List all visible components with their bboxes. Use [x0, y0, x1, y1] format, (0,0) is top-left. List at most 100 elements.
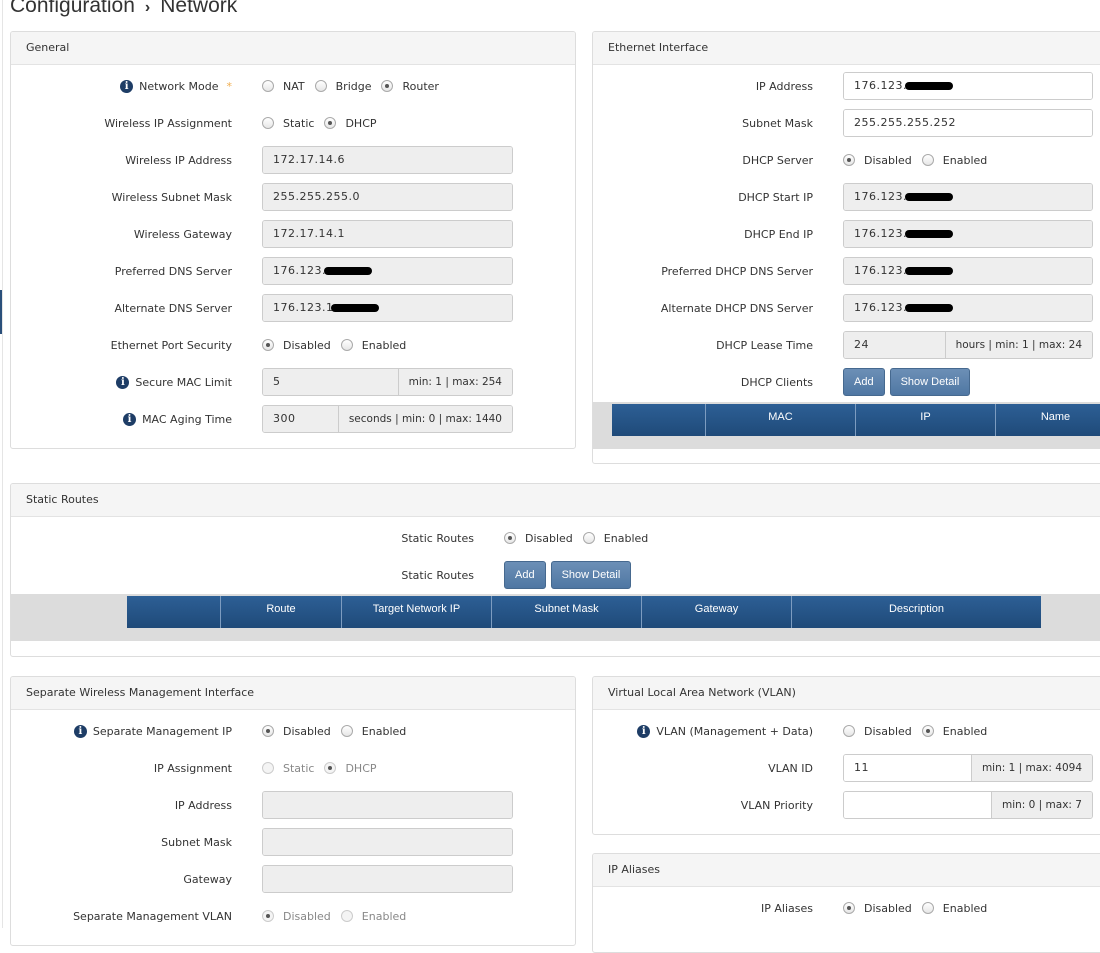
separate-management-vlan-control: Disabled Enabled — [262, 910, 416, 923]
form-row-gateway: Gateway — [11, 865, 575, 893]
redaction-mark — [904, 230, 953, 238]
panel-title: General — [11, 32, 575, 65]
input-addon: min: 0 | max: 7 — [990, 792, 1092, 818]
gateway-control — [262, 865, 513, 893]
preferred-dns-server-input[interactable]: 176.123. — [262, 257, 513, 285]
table-area: Route Target Network IP Subnet Mask Gateway… — [11, 594, 1100, 641]
radio-static: Static — [262, 762, 314, 775]
form-row-vlan-management-data: i VLAN (Management + Data) Disabled Enabled — [593, 717, 1100, 745]
radio-disabled[interactable]: Disabled — [843, 154, 912, 167]
radio-static[interactable]: Static — [262, 117, 314, 130]
table-header: MAC IP Name — [612, 404, 1100, 436]
radio-enabled[interactable]: Enabled — [921, 154, 987, 167]
info-icon[interactable]: i — [637, 724, 651, 738]
add-button[interactable]: Add — [504, 561, 546, 589]
radio-label: DHCP — [345, 116, 377, 130]
wireless-subnet-mask-input[interactable]: 255.255.255.0 — [262, 183, 513, 211]
field-label: VLAN Priority — [593, 799, 813, 812]
input-value: 176.123. — [844, 73, 1092, 99]
value-text: 255.255.255.252 — [854, 116, 956, 129]
field-label: DHCP Lease Time — [593, 339, 813, 352]
radio-circle-icon — [340, 910, 353, 922]
radio-disabled[interactable]: Disabled — [843, 725, 912, 738]
radio-label: Bridge — [335, 79, 372, 93]
column-header-mac[interactable]: MAC — [705, 404, 855, 436]
radio-dhcp[interactable]: DHCP — [324, 116, 377, 130]
secure-mac-limit-input[interactable]: 5 min: 1 | max: 254 — [262, 368, 513, 396]
form-row-secure-mac-limit: i Secure MAC Limit 5 min: 1 | max: 254 — [11, 368, 575, 396]
subnet-mask-input[interactable]: 255.255.255.252 — [843, 109, 1093, 137]
static-routes-panel: Static Routes Static Routes Disabled Enable… — [10, 483, 1100, 657]
radio-label: Disabled — [283, 338, 331, 352]
column-header-target-network-ip[interactable]: Target Network IP — [341, 596, 491, 628]
column-header-ip[interactable]: IP — [855, 404, 995, 436]
show-detail-button[interactable]: Show Detail — [550, 561, 632, 589]
radio-label: NAT — [283, 79, 305, 93]
radio-nat[interactable]: NAT — [262, 80, 305, 93]
ip-address-input[interactable]: 176.123. — [843, 72, 1093, 100]
form-row-ethernet-port-security: Ethernet Port Security Disabled Enabled — [11, 331, 575, 359]
show-detail-button[interactable]: Show Detail — [889, 368, 971, 396]
radio-disabled[interactable]: Disabled — [262, 725, 331, 738]
value-text: 255.255.255.0 — [273, 190, 360, 203]
column-header-gateway[interactable]: Gateway — [641, 596, 791, 628]
radio-disabled[interactable]: Disabled — [843, 902, 912, 915]
radio-disabled[interactable]: Disabled — [262, 339, 331, 352]
input-value: 176.123. — [844, 221, 1092, 247]
radio-enabled[interactable]: Enabled — [582, 532, 648, 545]
column-header-select[interactable] — [612, 404, 705, 436]
column-header-select[interactable] — [127, 596, 220, 628]
input-addon: seconds | min: 0 | max: 1440 — [337, 406, 512, 432]
ip-address-input[interactable] — [262, 791, 513, 819]
radio-bridge[interactable]: Bridge — [314, 79, 372, 93]
vlan-priority-control: min: 0 | max: 7 — [843, 791, 1093, 819]
dhcp-lease-time-input[interactable]: 24 hours | min: 1 | max: 24 — [843, 331, 1093, 359]
redaction-mark — [904, 267, 953, 275]
label-text: DHCP Clients — [740, 375, 813, 389]
radio-enabled[interactable]: Enabled — [921, 725, 987, 738]
radio-enabled[interactable]: Enabled — [340, 724, 407, 738]
field-label: Subnet Mask — [11, 836, 232, 849]
info-icon[interactable]: i — [120, 79, 134, 93]
form-row-separate-management-ip: i Separate Management IP Disabled Enabled — [11, 717, 575, 745]
panel-title: Separate Wireless Management Interface — [11, 677, 575, 710]
column-header-description[interactable]: Description — [791, 596, 1041, 628]
column-header-subnet-mask[interactable]: Subnet Mask — [491, 596, 641, 628]
field-label: i VLAN (Management + Data) — [593, 724, 813, 738]
radio-enabled[interactable]: Enabled — [340, 339, 406, 352]
alternate-dns-server-input[interactable]: 176.123.1 — [262, 294, 513, 322]
label-text: DHCP Server — [742, 153, 813, 167]
radio-enabled[interactable]: Enabled — [921, 902, 987, 915]
redaction-mark — [323, 267, 372, 275]
radio-label: Enabled — [361, 724, 407, 738]
breadcrumb-root[interactable]: Configuration — [10, 0, 135, 17]
value-text: 172.17.14.1 — [273, 227, 345, 240]
vlan-priority-input[interactable]: min: 0 | max: 7 — [843, 791, 1093, 819]
info-icon[interactable]: i — [116, 375, 130, 389]
column-header-route[interactable]: Route — [220, 596, 341, 628]
wireless-ip-address-input[interactable]: 172.17.14.6 — [262, 146, 513, 174]
alternate-dhcp-dns-server-input[interactable]: 176.123. — [843, 294, 1093, 322]
vlan-id-input[interactable]: 11 min: 1 | max: 4094 — [843, 754, 1093, 782]
dhcp-start-ip-input[interactable]: 176.123. — [843, 183, 1093, 211]
radio-circle-icon — [843, 725, 855, 737]
input-value: 176.123. — [844, 258, 1092, 284]
subnet-mask-input[interactable] — [262, 828, 513, 856]
radio-disabled: Disabled — [262, 910, 331, 923]
input-value: 255.255.255.252 — [844, 110, 1092, 136]
add-button[interactable]: Add — [843, 368, 885, 396]
radio-router[interactable]: Router — [381, 80, 439, 93]
preferred-dhcp-dns-server-input[interactable]: 176.123. — [843, 257, 1093, 285]
management-interface-panel: Separate Wireless Management Interface i S… — [10, 676, 576, 946]
wireless-gateway-input[interactable]: 172.17.14.1 — [262, 220, 513, 248]
form-row-wireless-ip-address: Wireless IP Address 172.17.14.6 — [11, 146, 575, 174]
column-header-name[interactable]: Name — [995, 404, 1100, 436]
mac-aging-time-input[interactable]: 300 seconds | min: 0 | max: 1440 — [262, 405, 513, 433]
form-row-network-mode: i Network Mode * NAT Bridge Router — [11, 72, 575, 100]
info-icon[interactable]: i — [123, 412, 137, 426]
info-icon[interactable]: i — [73, 724, 87, 738]
ip-address-control — [262, 791, 513, 819]
dhcp-end-ip-input[interactable]: 176.123. — [843, 220, 1093, 248]
gateway-input[interactable] — [262, 865, 513, 893]
radio-disabled[interactable]: Disabled — [504, 532, 573, 545]
